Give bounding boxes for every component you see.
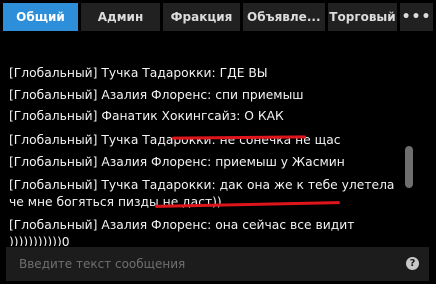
tab-announcements[interactable]: Объявле... [243, 3, 325, 31]
message-input-bar: ? [6, 247, 429, 281]
tab-general[interactable]: Общий [3, 3, 78, 31]
help-icon[interactable]: ? [406, 257, 419, 270]
tab-admin[interactable]: Админ [81, 3, 160, 31]
chat-message: [Глобальный] Тучка Тадарокки: ГДЕ ВЫ [9, 66, 268, 80]
message-input[interactable] [6, 247, 396, 281]
chat-message: [Глобальный] Азалия Флоренс: спи приемыш [9, 88, 304, 102]
tab-faction[interactable]: Фракция [163, 3, 240, 31]
chat-message: [Глобальный] Азалия Флоренс: она сейчас … [9, 218, 355, 246]
chat-scrollbar[interactable] [405, 146, 413, 188]
chat-message: [Глобальный] Тучка Тадарокки: не сонечка… [9, 133, 341, 147]
more-tabs-button[interactable]: ••• [400, 3, 433, 31]
chat-message: [Глобальный] Азалия Флоренс: приемыш у Ж… [9, 155, 345, 169]
tab-trade[interactable]: Торговый [328, 3, 397, 31]
chat-log[interactable]: [Глобальный] Тучка Тадарокки: ГДЕ ВЫ [Гл… [0, 36, 404, 246]
chat-tab-bar: Общий Админ Фракция Объявле... Торговый … [0, 0, 436, 35]
chat-message: [Глобальный] Фанатик Хокингсайз: О КАК [9, 109, 284, 123]
